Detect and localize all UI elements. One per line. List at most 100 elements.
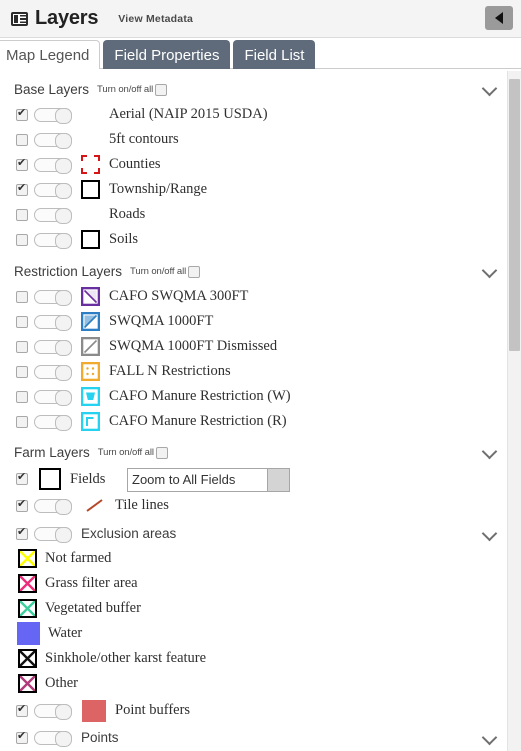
tab-bar: Map Legend Field Properties Field List	[0, 38, 521, 69]
layer-row-roads: Roads	[0, 202, 521, 227]
layer-row-cafo-swqma-300ft: CAFO SWQMA 300FT	[0, 284, 521, 309]
chevron-down-icon-exclusion-areas[interactable]	[483, 526, 497, 540]
legend-label-sinkhole: Sinkhole/other karst feature	[45, 650, 207, 666]
layer-label-point-buffers: Point buffers	[115, 702, 191, 718]
toggle-all-farm-layers[interactable]	[155, 446, 168, 459]
opacity-slider-exclusion-areas[interactable]	[34, 526, 72, 543]
opacity-slider-roads[interactable]	[34, 207, 72, 224]
tab-field-list[interactable]: Field List	[233, 40, 316, 69]
opacity-slider-counties[interactable]	[34, 157, 72, 174]
zoom-select-value: Zoom to All Fields	[132, 472, 236, 487]
checkbox-fall-n-restrictions[interactable]	[16, 365, 28, 378]
turn-all-label: Turn on/off all	[97, 84, 154, 95]
tab-map-legend[interactable]: Map Legend	[0, 40, 101, 69]
tab-field-properties[interactable]: Field Properties	[103, 40, 231, 69]
swatch-water	[17, 622, 40, 645]
chevron-left-icon	[495, 12, 503, 24]
checkbox-cafo-manure-restriction-w[interactable]	[16, 390, 28, 403]
section-header-restriction-layers: Restriction Layers Turn on/off all	[0, 261, 521, 282]
toggle-all-base-layers[interactable]	[155, 83, 168, 96]
layer-row-fall-n-restrictions: FALL N Restrictions	[0, 359, 521, 384]
swatch-cafo-swqma-300ft	[80, 286, 101, 307]
checkbox-exclusion-areas[interactable]	[16, 526, 28, 540]
opacity-slider-point-buffers[interactable]	[34, 703, 72, 720]
layer-label-roads: Roads	[109, 206, 146, 222]
opacity-slider-5ft-contours[interactable]	[34, 132, 72, 149]
checkbox-roads[interactable]	[16, 208, 28, 221]
swatch-5ft-contours	[81, 130, 100, 149]
turn-all-label: Turn on/off all	[97, 447, 154, 458]
layer-label-cafo-manure-restriction-w: CAFO Manure Restriction (W)	[109, 388, 291, 404]
chevron-down-icon-farm-layers[interactable]	[483, 444, 497, 458]
layer-label-tile-lines: Tile lines	[115, 497, 169, 513]
checkbox-soils[interactable]	[16, 233, 28, 246]
legend-item-vegetated-buffer: Vegetated buffer	[0, 596, 521, 621]
layer-label-aerial: Aerial (NAIP 2015 USDA)	[109, 106, 268, 122]
checkbox-cafo-swqma-300ft[interactable]	[16, 290, 28, 303]
layer-label-township-range: Township/Range	[109, 181, 208, 197]
checkbox-5ft-contours[interactable]	[16, 133, 28, 146]
opacity-slider-soils[interactable]	[34, 232, 72, 249]
checkbox-fields[interactable]	[16, 471, 28, 485]
view-metadata-link[interactable]: View Metadata	[118, 13, 193, 25]
layers-panel: Layers View Metadata Map Legend Field Pr…	[0, 0, 521, 751]
swatch-not-farmed	[18, 549, 37, 568]
toggle-all-restriction-layers[interactable]	[188, 265, 201, 278]
layer-row-5ft-contours: 5ft contours	[0, 127, 521, 152]
legend-label-water: Water	[48, 625, 83, 641]
checkbox-point-buffers[interactable]	[16, 703, 28, 717]
layer-label-cafo-swqma-300ft: CAFO SWQMA 300FT	[109, 288, 249, 304]
opacity-slider-cafo-manure-restriction-w[interactable]	[34, 389, 72, 406]
swatch-aerial	[81, 105, 100, 124]
section-title: Farm Layers	[14, 445, 90, 460]
chevron-down-icon-points[interactable]	[483, 730, 497, 744]
layer-label-counties: Counties	[109, 156, 161, 172]
checkbox-swqma-1000ft-dismissed[interactable]	[16, 340, 28, 353]
opacity-slider-points[interactable]	[34, 730, 72, 747]
collapse-panel-button[interactable]	[485, 6, 513, 30]
swatch-township-range	[81, 180, 100, 199]
chevron-down-icon-base-layers[interactable]	[483, 81, 497, 95]
swatch-grass-filter-area	[18, 574, 37, 593]
swatch-point-buffers	[82, 699, 106, 722]
layer-row-counties: Counties	[0, 152, 521, 177]
zoom-to-all-fields-select[interactable]: Zoom to All Fields	[127, 468, 290, 492]
swatch-roads	[81, 205, 100, 224]
swatch-fall-n-restrictions	[80, 361, 101, 382]
legend-label-grass-filter-area: Grass filter area	[45, 575, 138, 591]
opacity-slider-cafo-manure-restriction-r[interactable]	[34, 414, 72, 431]
checkbox-cafo-manure-restriction-r[interactable]	[16, 415, 28, 428]
checkbox-swqma-1000ft[interactable]	[16, 315, 28, 328]
checkbox-counties[interactable]	[16, 157, 28, 171]
opacity-slider-cafo-swqma-300ft[interactable]	[34, 289, 72, 306]
checkbox-township-range[interactable]	[16, 182, 28, 196]
swatch-swqma-1000ft-dismissed	[80, 336, 101, 357]
opacity-slider-aerial[interactable]	[34, 107, 72, 124]
opacity-slider-township-range[interactable]	[34, 182, 72, 199]
checkbox-aerial[interactable]	[16, 107, 28, 121]
page-title: Layers	[35, 7, 99, 29]
layer-row-exclusion-areas: Exclusion areas	[0, 521, 521, 546]
layer-row-township-range: Township/Range	[0, 177, 521, 202]
opacity-slider-fall-n-restrictions[interactable]	[34, 364, 72, 381]
zoom-select-button[interactable]	[267, 469, 289, 491]
opacity-slider-tile-lines[interactable]	[34, 498, 72, 515]
legend-label-other: Other	[45, 675, 79, 691]
layer-row-soils: Soils	[0, 227, 521, 252]
layer-row-aerial: Aerial (NAIP 2015 USDA)	[0, 102, 521, 127]
layer-label-swqma-1000ft: SWQMA 1000FT	[109, 313, 214, 329]
checkbox-points[interactable]	[16, 730, 28, 744]
swatch-swqma-1000ft	[80, 311, 101, 332]
legend-label-not-farmed: Not farmed	[45, 550, 112, 566]
layer-row-fields: Fields Zoom to All Fields	[0, 465, 521, 493]
layer-row-cafo-manure-restriction-w: CAFO Manure Restriction (W)	[0, 384, 521, 409]
swatch-vegetated-buffer	[18, 599, 37, 618]
section-title: Restriction Layers	[14, 264, 123, 279]
opacity-slider-swqma-1000ft[interactable]	[34, 314, 72, 331]
section-header-farm-layers: Farm Layers Turn on/off all	[0, 442, 521, 463]
checkbox-tile-lines[interactable]	[16, 498, 28, 512]
layer-row-swqma-1000ft-dismissed: SWQMA 1000FT Dismissed	[0, 334, 521, 359]
chevron-down-icon-restriction-layers[interactable]	[483, 263, 497, 277]
legend-label-vegetated-buffer: Vegetated buffer	[45, 600, 141, 616]
opacity-slider-swqma-1000ft-dismissed[interactable]	[34, 339, 72, 356]
